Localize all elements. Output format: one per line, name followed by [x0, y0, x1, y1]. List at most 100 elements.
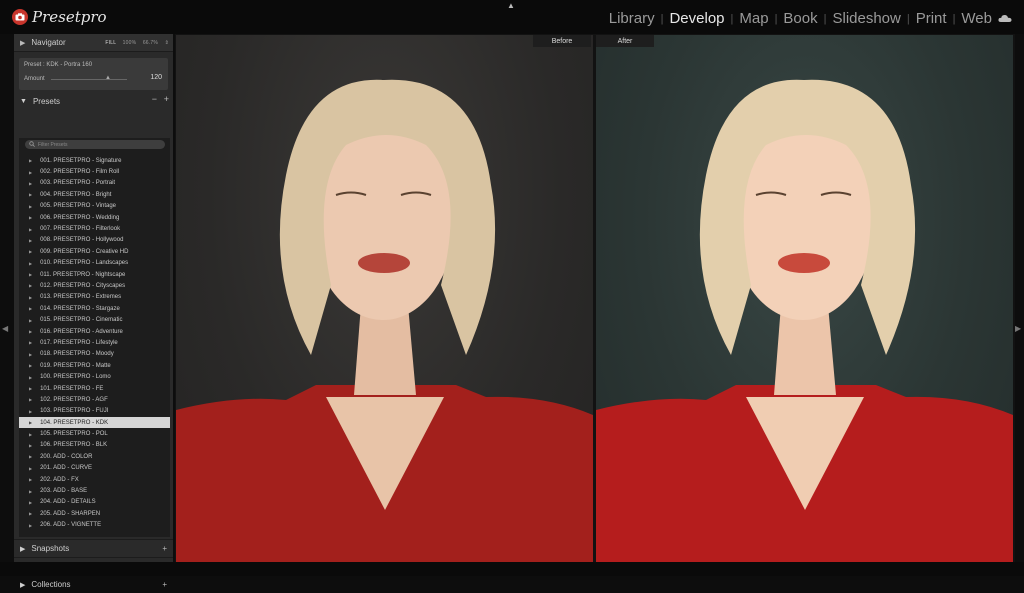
preset-item[interactable]: ▶ 203. ADD - BASE	[19, 485, 170, 496]
panel-control-button[interactable]: +	[162, 544, 167, 553]
module-separator: |	[906, 12, 910, 25]
preset-item[interactable]: ▶ 205. ADD - SHARPEN	[19, 508, 170, 519]
preset-item-label: 015. PRESETPRO - Cinematic	[40, 317, 123, 324]
preset-item[interactable]: ▶ 106. PRESETPRO - BLK	[19, 440, 170, 451]
amount-slider-thumb[interactable]: ▲	[105, 75, 111, 81]
preset-item[interactable]: ▶ 018. PRESETPRO - Moody	[19, 349, 170, 360]
preset-item-label: 104. PRESETPRO - KDK	[40, 419, 109, 426]
remove-preset-button[interactable]: −	[152, 94, 157, 104]
preset-item[interactable]: ▶ 009. PRESETPRO - Creative HD	[19, 246, 170, 257]
preset-item-label: 102. PRESETPRO - AGF	[40, 396, 108, 403]
preset-item[interactable]: ▶ 201. ADD - CURVE	[19, 463, 170, 474]
module-web[interactable]: Web	[961, 10, 992, 27]
navigator-header[interactable]: ▶ Navigator FILL 100% 66.7% ⇕	[14, 34, 173, 52]
preset-item-label: 011. PRESETPRO - Nightscape	[40, 271, 126, 278]
top-bar: Presetpro ▲ Library | Develop | Map | Book | Sli…	[0, 0, 1024, 34]
preset-item[interactable]: ▶ 104. PRESETPRO - KDK	[19, 416, 170, 429]
zoom-66[interactable]: 66.7%	[143, 40, 158, 46]
module-print[interactable]: Print	[916, 10, 947, 27]
logo-text: Presetpro	[32, 8, 107, 26]
preset-item[interactable]: ▶ 100. PRESETPRO - Lomo	[19, 371, 170, 382]
preset-item[interactable]: ▶ 102. PRESETPRO - AGF	[19, 394, 170, 405]
module-slideshow[interactable]: Slideshow	[832, 10, 900, 27]
expand-triangle-icon: ▶	[29, 522, 33, 528]
preset-item-label: 103. PRESETPRO - FUJI	[40, 408, 109, 415]
panel-header-collections[interactable]: ▶ Collections +	[14, 575, 173, 593]
presets-list: Filter Presets ▶ 001. PRESETPRO - Signatu…	[19, 138, 170, 537]
expand-triangle-icon: ▶	[20, 545, 26, 553]
preset-item[interactable]: ▶ 008. PRESETPRO - Hollywood	[19, 235, 170, 246]
preset-item[interactable]: ▶ 105. PRESETPRO - POL	[19, 428, 170, 439]
expand-triangle-icon: ▶	[29, 192, 33, 198]
preset-item[interactable]: ▶ 013. PRESETPRO - Extremes	[19, 292, 170, 303]
preset-item-label: 005. PRESETPRO - Vintage	[40, 203, 117, 210]
zoom-menu-icon[interactable]: ⇕	[165, 40, 169, 46]
expand-triangle-icon: ▶	[29, 306, 33, 312]
cloud-sync-icon[interactable]	[998, 11, 1012, 26]
amount-value[interactable]: 120	[150, 74, 162, 81]
preset-item-label: 010. PRESETPRO - Landscapes	[40, 260, 129, 267]
before-photo	[176, 35, 593, 562]
preset-item-label: 016. PRESETPRO - Adventure	[40, 328, 123, 335]
module-separator: |	[730, 12, 734, 25]
collapse-top-panel-icon[interactable]: ▲	[507, 1, 515, 10]
after-label: After	[596, 35, 654, 47]
expand-triangle-icon: ▶	[29, 477, 33, 483]
expand-triangle-icon: ▶	[29, 249, 33, 255]
preset-item[interactable]: ▶ 204. ADD - DETAILS	[19, 497, 170, 508]
preset-item[interactable]: ▶ 101. PRESETPRO - FE	[19, 383, 170, 394]
preset-item[interactable]: ▶ 001. PRESETPRO - Signature	[19, 155, 170, 166]
preset-item[interactable]: ▶ 200. ADD - COLOR	[19, 451, 170, 462]
preset-item-label: 100. PRESETPRO - Lomo	[40, 374, 111, 381]
search-icon	[29, 140, 35, 149]
search-placeholder: Filter Presets	[38, 141, 68, 148]
bottom-strip	[0, 562, 1024, 576]
module-separator: |	[823, 12, 827, 25]
preset-item[interactable]: ▶ 012. PRESETPRO - Cityscapes	[19, 280, 170, 291]
expand-triangle-icon: ▶	[29, 488, 33, 494]
collapse-right-panel-icon[interactable]: ▶	[1015, 324, 1021, 333]
panel-control-button[interactable]: +	[162, 580, 167, 589]
preset-item[interactable]: ▶ 206. ADD - VIGNETTE	[19, 520, 170, 531]
preset-item[interactable]: ▶ 006. PRESETPRO - Wedding	[19, 212, 170, 223]
collapse-left-panel-icon[interactable]: ◀	[2, 324, 8, 333]
preset-item[interactable]: ▶ 010. PRESETPRO - Landscapes	[19, 258, 170, 269]
preset-item-label: 014. PRESETPRO - Stargaze	[40, 305, 120, 312]
panel-header-snapshots[interactable]: ▶ Snapshots +	[14, 539, 173, 557]
preset-item[interactable]: ▶ 014. PRESETPRO - Stargaze	[19, 303, 170, 314]
preset-item[interactable]: ▶ 103. PRESETPRO - FUJI	[19, 406, 170, 417]
presets-header[interactable]: ▼ Presets − +	[14, 94, 173, 108]
preset-item-label: 201. ADD - CURVE	[40, 465, 92, 472]
module-library[interactable]: Library	[609, 10, 655, 27]
expand-triangle-icon: ▶	[29, 226, 33, 232]
add-preset-button[interactable]: +	[164, 94, 169, 104]
zoom-fill[interactable]: FILL	[105, 40, 116, 46]
preset-item[interactable]: ▶ 005. PRESETPRO - Vintage	[19, 201, 170, 212]
zoom-100[interactable]: 100%	[123, 40, 137, 46]
module-develop[interactable]: Develop	[669, 10, 724, 27]
preset-search-input[interactable]: Filter Presets	[25, 140, 165, 149]
preset-item[interactable]: ▶ 004. PRESETPRO - Bright	[19, 189, 170, 200]
amount-label: Amount	[24, 76, 45, 82]
app-logo: Presetpro	[12, 8, 107, 26]
preset-item[interactable]: ▶ 002. PRESETPRO - Film Roll	[19, 166, 170, 177]
module-separator: |	[774, 12, 778, 25]
module-book[interactable]: Book	[783, 10, 817, 27]
preset-item-label: 204. ADD - DETAILS	[40, 499, 96, 506]
preset-item[interactable]: ▶ 016. PRESETPRO - Adventure	[19, 326, 170, 337]
preset-item-label: 018. PRESETPRO - Moody	[40, 351, 114, 358]
expand-triangle-icon: ▶	[29, 386, 33, 391]
preset-item[interactable]: ▶ 007. PRESETPRO - Filterlook	[19, 223, 170, 234]
preset-item[interactable]: ▶ 019. PRESETPRO - Matte	[19, 360, 170, 371]
preset-item[interactable]: ▶ 011. PRESETPRO - Nightscape	[19, 269, 170, 280]
preset-item[interactable]: ▶ 003. PRESETPRO - Portrait	[19, 178, 170, 189]
preset-item[interactable]: ▶ 015. PRESETPRO - Cinematic	[19, 314, 170, 325]
preset-item-label: 007. PRESETPRO - Filterlook	[40, 226, 121, 233]
module-map[interactable]: Map	[739, 10, 768, 27]
after-photo	[596, 35, 1013, 562]
expand-triangle-icon: ▶	[29, 442, 33, 448]
amount-slider-track[interactable]	[51, 79, 127, 80]
expand-triangle-icon: ▶	[20, 39, 26, 47]
preset-item[interactable]: ▶ 017. PRESETPRO - Lifestyle	[19, 337, 170, 348]
preset-item[interactable]: ▶ 202. ADD - FX	[19, 474, 170, 485]
